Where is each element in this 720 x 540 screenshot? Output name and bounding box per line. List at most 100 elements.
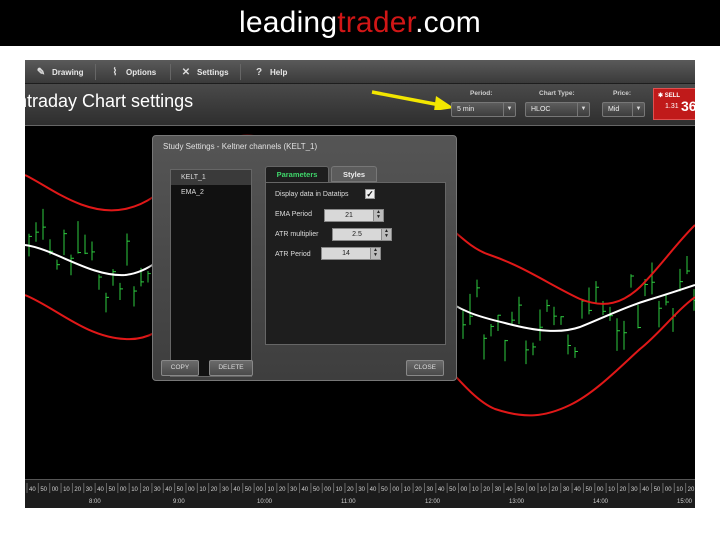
- help-icon: ?: [255, 66, 263, 78]
- tab-styles[interactable]: Styles: [331, 166, 377, 182]
- ema-period-stepper[interactable]: 21 ▲ ▼: [324, 209, 384, 222]
- menu-drawing[interactable]: ✎ Drawing: [35, 60, 84, 84]
- tab-parameters[interactable]: Parameters: [265, 166, 329, 182]
- atr-period-stepper[interactable]: 14 ▲ ▼: [321, 247, 381, 260]
- minute-tick-label: 20: [143, 487, 150, 493]
- minute-tick-label: 10: [608, 487, 615, 493]
- minute-tick-label: 10: [63, 487, 70, 493]
- minute-tick-label: 30: [495, 487, 502, 493]
- chevron-down-icon: ▼: [503, 103, 515, 116]
- delete-button[interactable]: DELETE: [209, 360, 253, 376]
- sell-label: ✱ SELL: [658, 93, 681, 99]
- hour-tick-label: 11:00: [341, 499, 356, 505]
- minute-tick-label: 20: [415, 487, 422, 493]
- minute-tick-label: 00: [188, 487, 195, 493]
- atr-multiplier-label: ATR multiplier: [275, 231, 319, 238]
- stepper-arrows-icon[interactable]: ▲ ▼: [381, 229, 391, 240]
- minute-tick-label: 00: [392, 487, 399, 493]
- minute-tick-label: 20: [688, 487, 695, 493]
- display-datatips-checkbox[interactable]: ✓: [365, 189, 375, 199]
- minute-tick-label: 10: [199, 487, 206, 493]
- minute-tick-label: 00: [324, 487, 331, 493]
- minute-tick-label: 30: [290, 487, 297, 493]
- stepper-arrows-icon[interactable]: ▲ ▼: [373, 210, 383, 221]
- sell-button[interactable]: ✱ SELL 1.31 36: [653, 88, 695, 120]
- site-banner: leadingtrader.com: [0, 0, 720, 46]
- minute-tick-label: 50: [517, 487, 524, 493]
- hour-tick-label: 9:00: [173, 499, 185, 505]
- minute-tick-label: 00: [665, 487, 672, 493]
- minute-tick-label: 40: [642, 487, 649, 493]
- minute-tick-label: 10: [404, 487, 411, 493]
- minute-tick-label: 50: [449, 487, 456, 493]
- minute-tick-label: 50: [245, 487, 252, 493]
- copy-button[interactable]: COPY: [161, 360, 199, 376]
- minute-tick-label: 20: [347, 487, 354, 493]
- ema-period-label: EMA Period: [275, 211, 312, 218]
- ema-period-value: 21: [345, 212, 353, 219]
- minute-tick-label: 10: [472, 487, 479, 493]
- close-button[interactable]: CLOSE: [406, 360, 444, 376]
- minute-tick-label: 40: [97, 487, 104, 493]
- dialog-title: Study Settings - Keltner channels (KELT_…: [163, 142, 318, 151]
- minute-tick-label: 20: [620, 487, 627, 493]
- minute-tick-label: 20: [279, 487, 286, 493]
- minute-tick-label: 10: [540, 487, 547, 493]
- menu-options[interactable]: ⌇ Options: [109, 60, 157, 84]
- menu-divider: [170, 64, 171, 80]
- minute-tick-label: 50: [654, 487, 661, 493]
- minute-tick-label: 50: [40, 487, 47, 493]
- chart-type-label: Chart Type:: [539, 90, 575, 97]
- minute-tick-label: 40: [233, 487, 240, 493]
- chart-type-select[interactable]: HLOC ▼: [525, 102, 590, 117]
- hour-tick-label: 13:00: [509, 499, 525, 505]
- minute-tick-label: 30: [222, 487, 229, 493]
- period-label: Period:: [470, 90, 493, 97]
- menu-settings[interactable]: ✕ Settings: [180, 60, 229, 84]
- minute-tick-label: 50: [177, 487, 184, 493]
- study-item-ema2[interactable]: EMA_2: [171, 185, 251, 200]
- time-axis[interactable]: 40 50 00 10 20 30 40 50 00 10 20 30 40 50 00 10 20 30 40 50…: [25, 479, 695, 508]
- options-icon: ⌇: [112, 66, 118, 78]
- stepper-arrows-icon[interactable]: ▲ ▼: [370, 248, 380, 259]
- atr-period-value: 14: [342, 250, 350, 257]
- atr-period-label: ATR Period: [275, 251, 311, 258]
- minute-tick-label: 40: [438, 487, 445, 493]
- minute-tick-label: 00: [256, 487, 263, 493]
- tools-icon: ✕: [181, 66, 191, 78]
- study-settings-dialog: Study Settings - Keltner channels (KELT_…: [152, 135, 457, 381]
- atr-multiplier-stepper[interactable]: 2.5 ▲ ▼: [332, 228, 392, 241]
- hour-tick-label: 10:00: [257, 499, 273, 505]
- menu-bar: ✎ Drawing ⌇ Options ✕ Settings ? Help: [25, 60, 695, 84]
- study-list: KELT_1 EMA_2: [170, 169, 252, 377]
- minute-tick-label: 10: [131, 487, 138, 493]
- minute-tick-label: 30: [358, 487, 365, 493]
- minute-tick-label: 20: [74, 487, 81, 493]
- display-datatips-label: Display data in Datatips: [275, 191, 349, 198]
- site-brand: leadingtrader.com: [239, 6, 481, 39]
- minute-tick-label: 50: [313, 487, 320, 493]
- minute-tick-label: 40: [506, 487, 513, 493]
- minute-tick-label: 00: [461, 487, 468, 493]
- minute-tick-label: 30: [154, 487, 161, 493]
- menu-help[interactable]: ? Help: [253, 60, 287, 84]
- hour-tick-label: 8:00: [89, 499, 101, 505]
- page-caption: Intraday Chart settings: [12, 91, 194, 111]
- hour-tick-label: 14:00: [593, 499, 609, 505]
- atr-multiplier-value: 2.5: [352, 231, 362, 238]
- pencil-icon: ✎: [36, 66, 46, 78]
- minute-tick-label: 00: [120, 487, 127, 493]
- period-select[interactable]: 5 min ▼: [451, 102, 516, 117]
- minute-tick-label: 10: [267, 487, 274, 493]
- minute-tick-label: 50: [108, 487, 115, 493]
- minute-tick-label: 50: [585, 487, 592, 493]
- arrow-annotation: [371, 90, 454, 110]
- sell-price-big: 36: [681, 98, 695, 114]
- minute-tick-label: 40: [302, 487, 309, 493]
- minute-tick-label: 50: [381, 487, 388, 493]
- minute-tick-label: 10: [676, 487, 683, 493]
- study-item-kelt1[interactable]: KELT_1: [171, 170, 251, 185]
- hour-tick-label: 15:00: [677, 499, 693, 505]
- price-select[interactable]: Mid ▼: [602, 102, 645, 117]
- minute-tick-label: 20: [483, 487, 490, 493]
